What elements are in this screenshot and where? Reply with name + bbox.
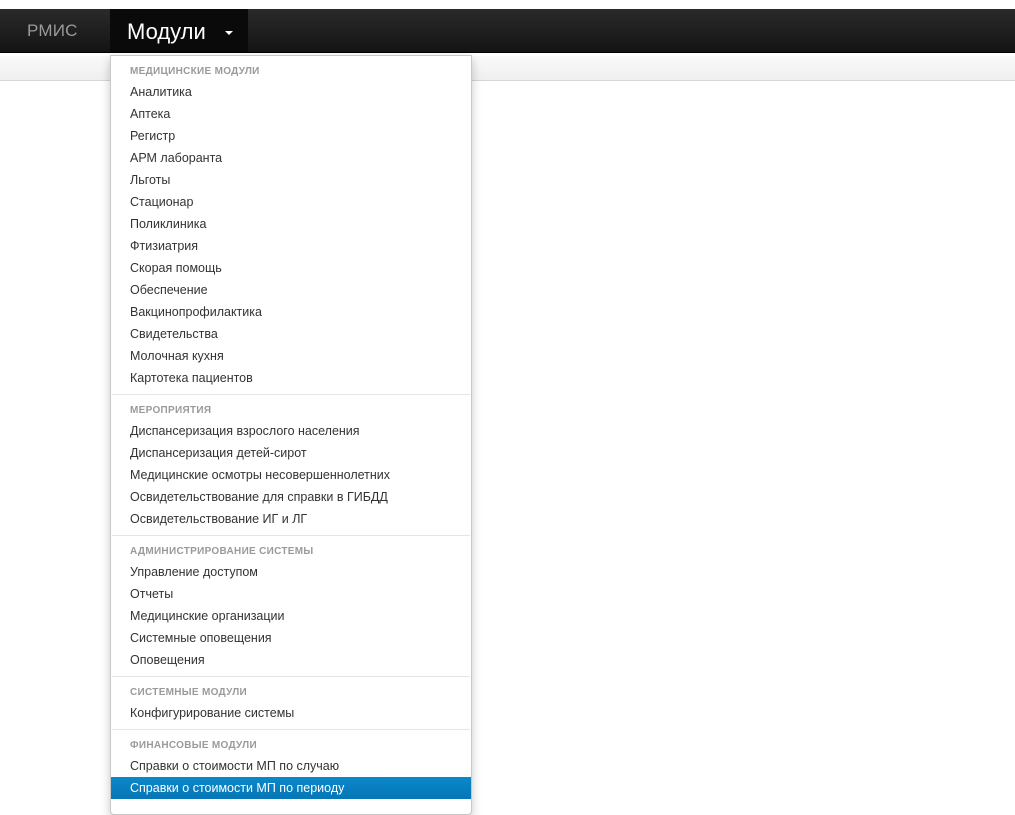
- menu-item[interactable]: Диспансеризация взрослого населения: [111, 420, 471, 442]
- menu-item[interactable]: Медицинские осмотры несовершеннолетних: [111, 464, 471, 486]
- menu-section: АДМИНИСТРИРОВАНИЕ СИСТЕМЫ Управление дост…: [111, 542, 471, 671]
- menu-item[interactable]: Свидетельства: [111, 323, 471, 345]
- menu-item[interactable]: Вакцинопрофилактика: [111, 301, 471, 323]
- menu-section-header: СИСТЕМНЫЕ МОДУЛИ: [130, 687, 248, 698]
- menu-item[interactable]: Аналитика: [111, 81, 471, 103]
- menu-item[interactable]: Молочная кухня: [111, 345, 471, 367]
- menu-item[interactable]: АРМ лаборанта: [111, 147, 471, 169]
- menu-item[interactable]: Справки о стоимости МП по случаю: [111, 755, 471, 777]
- menu-divider: [112, 394, 470, 395]
- menu-item[interactable]: Справки о стоимости МП по периоду: [111, 777, 471, 799]
- navbar: РМИС Модули: [0, 9, 1015, 53]
- menu-section-header: МЕРОПРИЯТИЯ: [130, 405, 212, 416]
- modules-menu-toggle[interactable]: Модули: [110, 9, 248, 52]
- modules-label: Модули: [127, 19, 206, 44]
- menu-item[interactable]: Системные оповещения: [111, 627, 471, 649]
- menu-item[interactable]: Медицинские организации: [111, 605, 471, 627]
- menu-item[interactable]: Конфигурирование системы: [111, 702, 471, 724]
- menu-item[interactable]: Обеспечение: [111, 279, 471, 301]
- menu-item[interactable]: Картотека пациентов: [111, 367, 471, 389]
- menu-section: ФИНАНСОВЫЕ МОДУЛИ Справки о стоимости МП …: [111, 736, 471, 799]
- caret-down-icon: [225, 31, 233, 35]
- menu-item[interactable]: Льготы: [111, 169, 471, 191]
- menu-divider: [112, 676, 470, 677]
- modules-dropdown-menu: МЕДИЦИНСКИЕ МОДУЛИ Аналитика Аптека Регистр…: [110, 55, 472, 815]
- menu-item[interactable]: Скорая помощь: [111, 257, 471, 279]
- menu-item[interactable]: Поликлиника: [111, 213, 471, 235]
- menu-item[interactable]: Регистр: [111, 125, 471, 147]
- menu-section: МЕДИЦИНСКИЕ МОДУЛИ Аналитика Аптека Регистр…: [111, 62, 471, 389]
- brand-link[interactable]: РМИС: [27, 9, 78, 52]
- menu-item[interactable]: Отчеты: [111, 583, 471, 605]
- menu-section: СИСТЕМНЫЕ МОДУЛИ Конфигурирование системы: [111, 683, 471, 724]
- menu-section-header: ФИНАНСОВЫЕ МОДУЛИ: [130, 740, 257, 751]
- menu-item[interactable]: Диспансеризация детей-сирот: [111, 442, 471, 464]
- menu-item[interactable]: Аптека: [111, 103, 471, 125]
- menu-section-header: МЕДИЦИНСКИЕ МОДУЛИ: [130, 66, 260, 77]
- menu-item[interactable]: Управление доступом: [111, 561, 471, 583]
- dropdown-list: МЕДИЦИНСКИЕ МОДУЛИ Аналитика Аптека Регистр…: [111, 62, 471, 799]
- menu-section: МЕРОПРИЯТИЯ Диспансеризация взрослого нас…: [111, 401, 471, 530]
- menu-divider: [112, 535, 470, 536]
- menu-item[interactable]: Оповещения: [111, 649, 471, 671]
- menu-section-header: АДМИНИСТРИРОВАНИЕ СИСТЕМЫ: [130, 546, 314, 557]
- menu-item[interactable]: Освидетельствование для справки в ГИБДД: [111, 486, 471, 508]
- menu-divider: [112, 729, 470, 730]
- menu-item[interactable]: Освидетельствование ИГ и ЛГ: [111, 508, 471, 530]
- menu-item[interactable]: Фтизиатрия: [111, 235, 471, 257]
- menu-item[interactable]: Стационар: [111, 191, 471, 213]
